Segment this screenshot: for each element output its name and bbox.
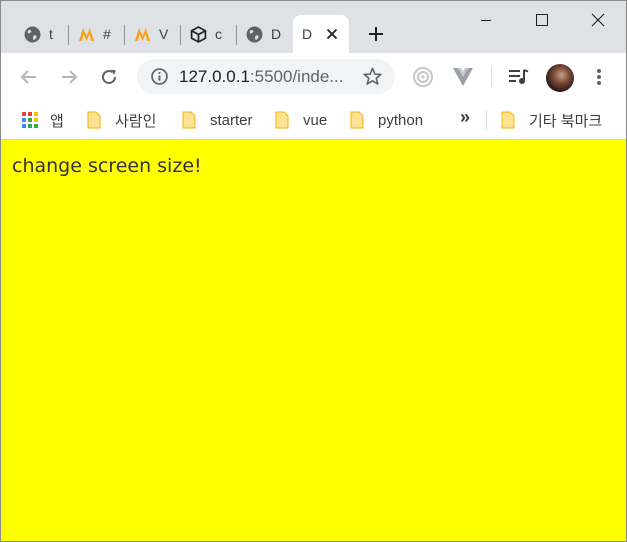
menu-kebab-icon[interactable] xyxy=(587,65,611,89)
back-button[interactable] xyxy=(13,61,45,93)
apps-grid-icon xyxy=(22,112,38,128)
tab-title: # xyxy=(103,26,111,42)
tab-close-icon[interactable] xyxy=(323,25,341,43)
maximize-icon xyxy=(536,14,548,26)
reload-button[interactable] xyxy=(93,61,125,93)
toolbar-separator xyxy=(491,67,492,87)
bookmark-label: vue xyxy=(303,111,328,129)
page-content: change screen size! xyxy=(1,140,626,541)
tab[interactable]: c xyxy=(181,15,237,53)
bookmark-folder[interactable]: python xyxy=(350,108,423,132)
tab[interactable]: t xyxy=(15,15,69,53)
tab-active[interactable]: D xyxy=(293,15,349,53)
minimize-button[interactable] xyxy=(457,1,515,39)
bookmarks-bar: 앱 사람인 starter vue python » 기타 북마크 xyxy=(1,101,626,140)
folder-icon xyxy=(350,111,364,129)
info-icon[interactable] xyxy=(151,68,168,90)
url-host: 127.0.0.1 xyxy=(179,67,250,86)
bookmark-label: 앱 xyxy=(50,112,64,130)
codesandbox-icon xyxy=(189,25,207,43)
tab-title: D xyxy=(302,26,313,42)
close-icon xyxy=(591,13,605,27)
url-text: 127.0.0.1:5500/inde... xyxy=(179,67,343,87)
address-bar[interactable]: 127.0.0.1:5500/inde... xyxy=(137,59,395,94)
close-window-button[interactable] xyxy=(569,1,626,39)
other-bookmarks-folder[interactable]: 기타 북마크 xyxy=(501,108,602,132)
bookmark-label: python xyxy=(378,111,424,129)
star-icon[interactable] xyxy=(363,67,382,91)
new-tab-button[interactable] xyxy=(363,21,389,47)
tab[interactable]: D xyxy=(237,15,291,53)
tab-title: D xyxy=(271,26,281,42)
forward-button[interactable] xyxy=(53,61,85,93)
globe-icon xyxy=(23,25,41,43)
bookmark-folder[interactable]: 사람인 xyxy=(87,108,156,132)
url-path: :5500/inde... xyxy=(249,67,344,86)
tab-title: V xyxy=(159,26,169,42)
vue-devtools-icon[interactable] xyxy=(451,65,475,89)
page-message: change screen size! xyxy=(12,155,202,177)
media-control-icon[interactable] xyxy=(507,65,531,89)
arrow-right-icon xyxy=(62,70,78,84)
tab[interactable]: # xyxy=(69,15,125,53)
browser-window: t # V c D D 127.0.0.1:5500/inde... 앱 사람인… xyxy=(0,0,627,542)
m-logo-icon xyxy=(77,25,95,43)
folder-icon xyxy=(501,111,515,129)
bookmark-apps[interactable]: 앱 xyxy=(22,108,64,132)
folder-icon xyxy=(275,111,289,129)
bookmarks-overflow-button[interactable]: » xyxy=(460,107,470,128)
bookmark-folder[interactable]: vue xyxy=(275,108,327,132)
profile-avatar[interactable] xyxy=(546,64,574,92)
plus-icon xyxy=(369,27,383,41)
tab[interactable]: V xyxy=(125,15,181,53)
m-logo-icon xyxy=(133,25,151,43)
folder-icon xyxy=(182,111,196,129)
globe-icon xyxy=(245,25,263,43)
maximize-button[interactable] xyxy=(513,1,571,39)
folder-icon xyxy=(87,111,101,129)
arrow-left-icon xyxy=(20,70,36,84)
tab-title: c xyxy=(215,26,222,42)
bookmarks-separator xyxy=(486,110,487,130)
toolbar: 127.0.0.1:5500/inde... xyxy=(1,53,626,101)
bookmark-label: 기타 북마크 xyxy=(529,112,603,130)
tab-title: t xyxy=(49,26,53,42)
extension-icon[interactable] xyxy=(411,65,435,89)
minimize-icon xyxy=(481,20,491,21)
tab-strip: t # V c D D xyxy=(1,1,626,53)
bookmark-label: 사람인 xyxy=(115,112,157,130)
reload-icon xyxy=(102,69,117,85)
bookmark-label: starter xyxy=(210,111,253,129)
bookmark-folder[interactable]: starter xyxy=(182,108,253,132)
